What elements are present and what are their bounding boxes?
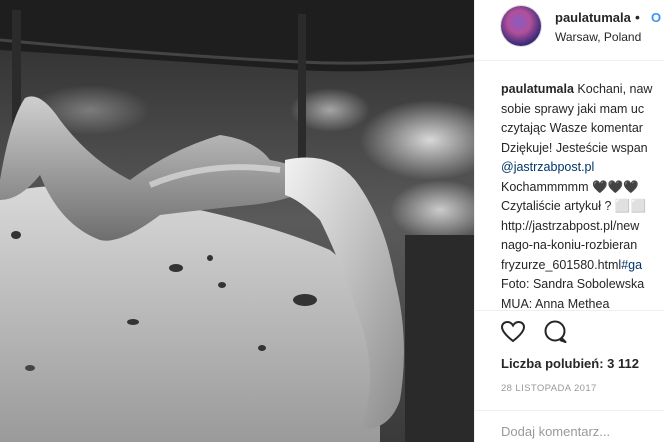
post-photo[interactable] xyxy=(0,0,474,442)
post-header: paulatumala • O Warsaw, Poland xyxy=(475,0,664,61)
follow-button[interactable]: O xyxy=(651,10,661,25)
caption-line: sobie sprawy jaki mam uc xyxy=(501,101,645,116)
heart-outline-icon[interactable] xyxy=(499,318,527,346)
caption-line: MUA: Anna Methea xyxy=(501,296,610,311)
comment-divider xyxy=(475,410,664,411)
caption-line: fryzurze_601580.html#ga xyxy=(501,256,664,276)
caption-url-line[interactable]: nago-na-koniu-rozbieran xyxy=(501,236,664,256)
caption-url-line[interactable]: fryzurze_601580.html xyxy=(501,258,621,272)
caption-username[interactable]: paulatumala xyxy=(501,82,574,96)
speech-bubble-icon[interactable] xyxy=(541,318,569,346)
caption-text: Kochani, naw xyxy=(573,82,653,96)
caption-line: Foto: Sandra Sobolewska xyxy=(501,277,645,291)
caption-line: paulatumala Kochani, naw xyxy=(501,80,664,100)
caption-line: Czytaliście artykuł ? ⬜⬜ xyxy=(501,199,647,213)
separator-dot: • xyxy=(635,9,640,25)
post-caption: paulatumala Kochani, naw sobie sprawy ja… xyxy=(501,80,664,314)
mention-link[interactable]: @jastrzabpost.pl xyxy=(501,158,664,178)
actions-divider xyxy=(475,310,664,311)
avatar[interactable] xyxy=(501,6,541,46)
post-date: 28 LISTOPADA 2017 xyxy=(501,383,597,394)
caption-url-line[interactable]: http://jastrzabpost.pl/new xyxy=(501,217,664,237)
caption-line: Kochammmmm 🖤🖤🖤 xyxy=(501,179,639,194)
caption-line: czytając Wasze komentar xyxy=(501,121,643,135)
hashtag-link[interactable]: #ga xyxy=(621,258,642,272)
caption-line: Dziękuje! Jesteście wspan xyxy=(501,140,648,155)
photo-artwork xyxy=(0,0,474,442)
comment-input[interactable]: Dodaj komentarz... xyxy=(501,424,610,439)
post-sidebar: paulatumala • O Warsaw, Poland paulatuma… xyxy=(474,0,664,442)
location-link[interactable]: Warsaw, Poland xyxy=(555,30,641,44)
username-link[interactable]: paulatumala xyxy=(555,10,631,25)
likes-count[interactable]: Liczba polubień: 3 112 xyxy=(501,356,639,371)
